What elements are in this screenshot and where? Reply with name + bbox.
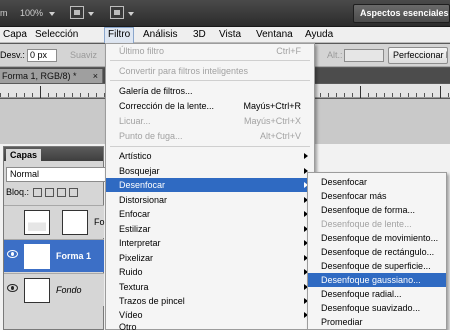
menu-item-video[interactable]: Vídeo	[106, 308, 314, 322]
menu-item-desenfocar[interactable]: Desenfocar	[106, 178, 314, 192]
antialias-checkbox-label[interactable]: Suaviz	[70, 50, 97, 60]
extras-icon[interactable]	[70, 6, 84, 19]
menu-separator	[110, 80, 310, 81]
menu-item-desenfoque-suavizado[interactable]: Desenfoque suavizado...	[308, 301, 446, 315]
layers-panel-header: Capas	[4, 147, 103, 161]
layer-thumbnail	[24, 210, 50, 235]
menu-item-otro[interactable]: Otro	[106, 322, 314, 330]
close-icon[interactable]: ×	[93, 69, 98, 83]
menu-item-correccion-lente[interactable]: Corrección de la lente... Mayús+Ctrl+R	[106, 99, 314, 113]
menu-item-trazos-pincel[interactable]: Trazos de pincel	[106, 294, 314, 308]
layer-row-selected[interactable]: Forma 1	[4, 239, 104, 272]
layer-name: Fo	[94, 217, 105, 227]
height-label: Alt.:	[327, 50, 343, 60]
ruler-tick	[40, 86, 41, 98]
menu-item-desenfoque-movimiento[interactable]: Desenfoque de movimiento...	[308, 231, 446, 245]
lock-all-icon[interactable]	[69, 188, 78, 197]
zoom-level[interactable]: 100%	[20, 6, 43, 20]
refine-edge-button[interactable]: Perfeccionar b	[388, 47, 448, 64]
zoom-dropdown-icon[interactable]	[49, 12, 55, 16]
ruler-tick	[360, 86, 361, 98]
menu-item-punto-fuga[interactable]: Punto de fuga... Alt+Ctrl+V	[106, 129, 314, 143]
menu-item-desenfoque-lente[interactable]: Desenfoque de lente...	[308, 217, 446, 231]
arrange-documents-icon[interactable]	[110, 6, 124, 19]
menu-filtro[interactable]: Filtro	[104, 27, 135, 43]
menu-ventana[interactable]: Ventana	[256, 27, 293, 43]
document-tab-title: Forma 1, RGB/8) *	[2, 71, 77, 81]
lock-pixels-icon[interactable]	[45, 188, 54, 197]
tab-capas[interactable]: Capas	[6, 149, 42, 161]
menu-item-bosquejar[interactable]: Bosquejar	[106, 164, 314, 178]
layer-mask-thumbnail[interactable]	[62, 210, 88, 235]
menu-item-desenfoque-gaussiano[interactable]: Desenfoque gaussiano...	[308, 273, 446, 287]
menu-vista[interactable]: Vista	[219, 27, 241, 43]
menu-item-artistico[interactable]: Artístico	[106, 149, 314, 163]
menu-item-promediar[interactable]: Promediar	[308, 315, 446, 329]
menu-item-desenfoque-superficie[interactable]: Desenfoque de superficie...	[308, 259, 446, 273]
layer-row[interactable]: Fondo	[4, 273, 104, 306]
menu-item-ruido[interactable]: Ruido	[106, 265, 314, 279]
layer-name: Fondo	[56, 285, 82, 295]
layer-row[interactable]: Fo	[4, 205, 105, 238]
menu-item-desenfoque-rectangulo[interactable]: Desenfoque de rectángulo...	[308, 245, 446, 259]
menu-item-distorsionar[interactable]: Distorsionar	[106, 193, 314, 207]
lock-transparency-icon[interactable]	[33, 188, 42, 197]
menu-bar: Capa Selección Filtro Análisis 3D Vista …	[0, 27, 450, 43]
application-bar: m 100% Aspectos esenciales	[0, 0, 450, 27]
blend-mode-select[interactable]: Normal	[6, 167, 106, 182]
ruler-tick	[440, 86, 441, 98]
menu-analisis[interactable]: Análisis	[143, 27, 177, 43]
menu-ayuda[interactable]: Ayuda	[305, 27, 333, 43]
menu-item-desenfoque-forma[interactable]: Desenfoque de forma...	[308, 203, 446, 217]
menu-item-ultimo-filtro[interactable]: Último filtro Ctrl+F	[106, 44, 314, 58]
blur-submenu: Desenfocar Desenfocar más Desenfoque de …	[307, 172, 447, 330]
menu-item-textura[interactable]: Textura	[106, 280, 314, 294]
menu-item-estilizar[interactable]: Estilizar	[106, 222, 314, 236]
app-logo-fragment: m	[0, 8, 8, 18]
submenu-arrow-icon	[304, 153, 308, 159]
menu-item-desenfocar-mas[interactable]: Desenfocar más	[308, 189, 446, 203]
menu-item-licuar[interactable]: Licuar... Mayús+Ctrl+X	[106, 114, 314, 128]
menu-item-pixelizar[interactable]: Pixelizar	[106, 251, 314, 265]
arrange-dropdown-icon[interactable]	[128, 12, 134, 16]
eye-icon[interactable]	[7, 284, 18, 292]
menu-item-galeria-filtros[interactable]: Galería de filtros...	[106, 84, 314, 98]
feather-label: Desv.:	[0, 50, 25, 60]
menu-item-convertir-filtros-inteligentes[interactable]: Convertir para filtros inteligentes	[106, 64, 314, 78]
height-input[interactable]	[344, 49, 384, 62]
menu-item-enfocar[interactable]: Enfocar	[106, 207, 314, 221]
layer-thumbnail	[24, 278, 50, 303]
document-tab[interactable]: Forma 1, RGB/8) * ×	[0, 69, 103, 83]
lock-label: Bloq.:	[6, 187, 30, 197]
feather-input[interactable]: 0 px	[27, 49, 57, 62]
workspace-switcher-button[interactable]: Aspectos esenciales	[353, 4, 450, 23]
lock-position-icon[interactable]	[57, 188, 66, 197]
eye-icon[interactable]	[7, 250, 18, 258]
filter-menu: Último filtro Ctrl+F Convertir para filtr…	[105, 43, 315, 330]
menu-capa[interactable]: Capa	[3, 27, 27, 43]
menu-3d[interactable]: 3D	[193, 27, 206, 43]
menu-separator	[110, 60, 310, 61]
menu-item-desenfoque-radial[interactable]: Desenfoque radial...	[308, 287, 446, 301]
menu-item-interpretar[interactable]: Interpretar	[106, 236, 314, 250]
layers-panel: Capas Normal Bloq.: Fo Forma 1 Fondo	[3, 146, 106, 330]
layer-thumbnail	[24, 244, 50, 269]
extras-dropdown-icon[interactable]	[88, 12, 94, 16]
menu-seleccion[interactable]: Selección	[35, 27, 78, 43]
menu-item-desenfocar-basic[interactable]: Desenfocar	[308, 175, 446, 189]
menu-separator	[110, 146, 310, 147]
layer-name: Forma 1	[56, 251, 92, 261]
